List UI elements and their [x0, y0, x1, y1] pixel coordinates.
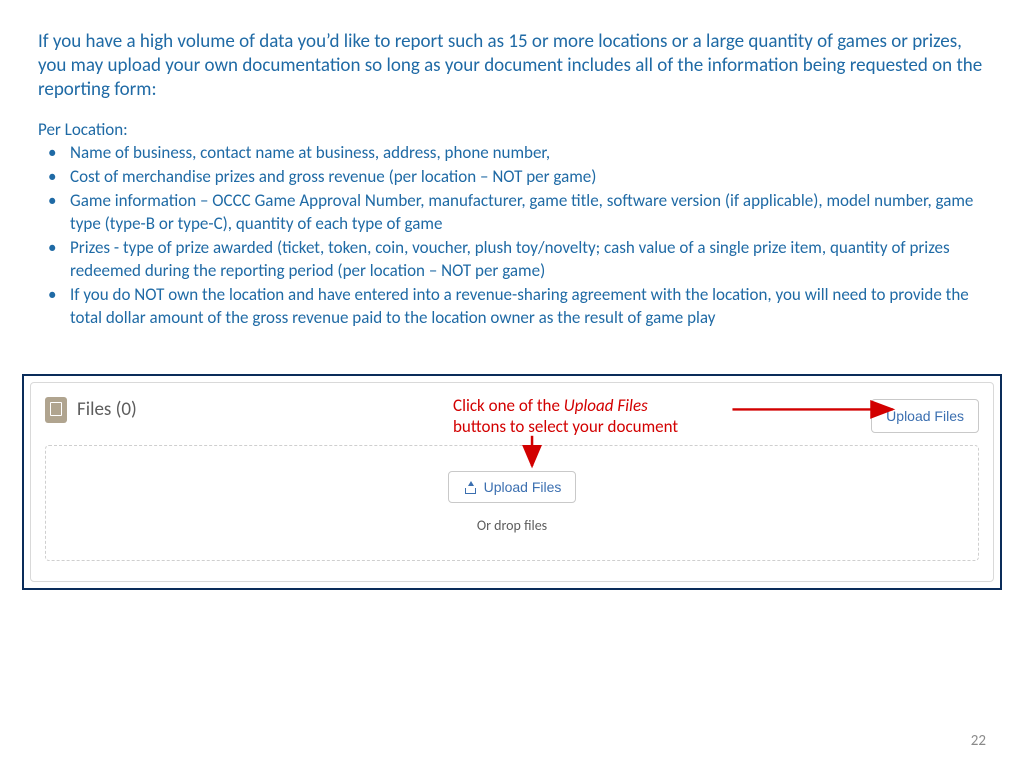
- list-item: Cost of merchandise prizes and gross rev…: [38, 166, 986, 189]
- file-icon: [45, 397, 67, 423]
- list-item: Game information – OCCC Game Approval Nu…: [38, 190, 986, 236]
- callout-suffix: buttons to select your document: [453, 416, 678, 437]
- list-item: If you do NOT own the location and have …: [38, 284, 986, 330]
- drop-files-text: Or drop files: [477, 517, 547, 534]
- upload-files-button-center[interactable]: Upload Files: [448, 471, 577, 503]
- upload-icon: [463, 481, 476, 494]
- files-title: Files (0): [77, 398, 137, 421]
- list-item: Name of business, contact name at busine…: [38, 142, 986, 165]
- callout-prefix: Click one of the: [453, 395, 564, 416]
- files-panel: Files (0) Upload Files Upload Files Or d…: [22, 374, 1002, 590]
- per-location-label: Per Location:: [38, 119, 986, 140]
- upload-center-label: Upload Files: [484, 479, 562, 495]
- annotation-callout: Click one of the Upload Files buttons to…: [453, 395, 678, 438]
- file-dropzone[interactable]: Upload Files Or drop files: [45, 445, 979, 561]
- intro-paragraph: If you have a high volume of data you’d …: [38, 30, 986, 101]
- page-number: 22: [971, 732, 986, 750]
- callout-italic: Upload Files: [564, 395, 648, 416]
- requirements-list: Name of business, contact name at busine…: [38, 142, 986, 330]
- list-item: Prizes - type of prize awarded (ticket, …: [38, 237, 986, 283]
- upload-files-button-top[interactable]: Upload Files: [871, 399, 979, 433]
- files-card: Files (0) Upload Files Upload Files Or d…: [30, 382, 994, 582]
